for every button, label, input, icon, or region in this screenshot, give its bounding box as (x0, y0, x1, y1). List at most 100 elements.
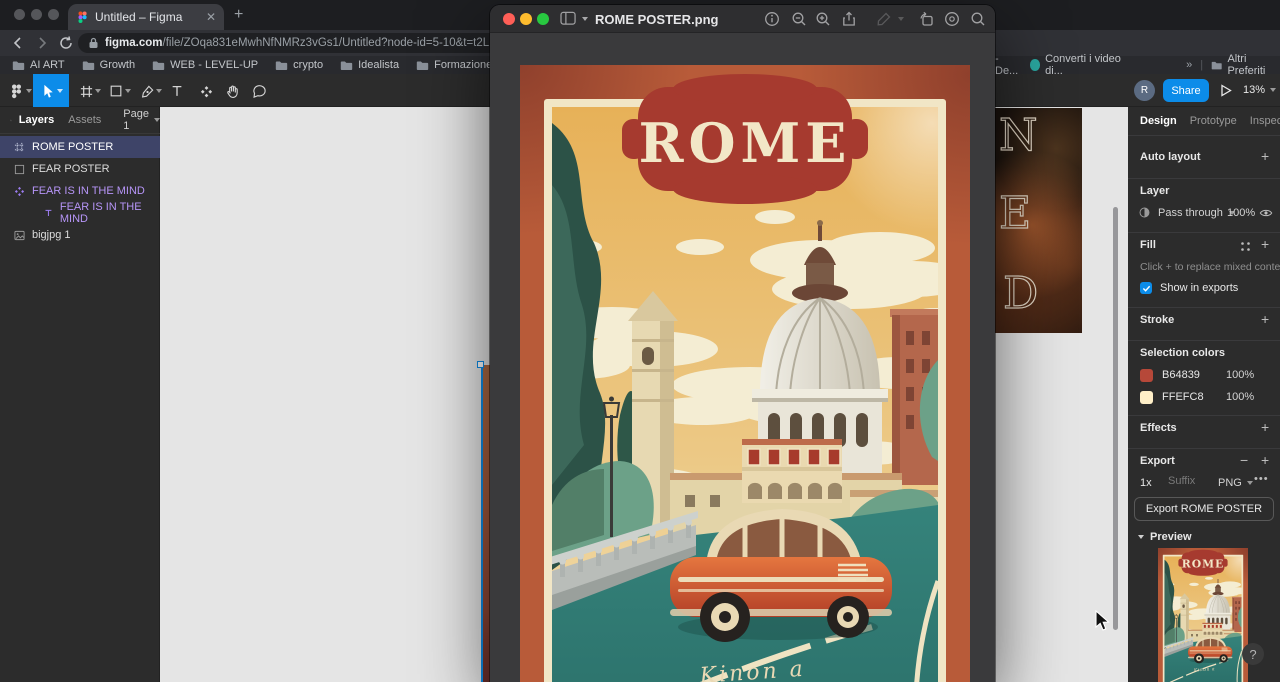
blend-mode-icon[interactable] (1138, 206, 1151, 219)
fill-add-icon[interactable]: + (1261, 236, 1269, 252)
help-button[interactable]: ? (1242, 643, 1264, 665)
selection-corner-handle[interactable] (477, 361, 484, 368)
tab-title: Untitled – Figma (95, 10, 183, 24)
markup-pen-icon[interactable] (876, 11, 892, 27)
comment-tool[interactable] (249, 81, 269, 101)
move-tool[interactable] (33, 74, 69, 107)
bookmark-item[interactable]: Growth (82, 59, 135, 71)
search-icon[interactable] (10, 114, 12, 127)
show-in-exports-label: Show in exports (1160, 282, 1239, 294)
fear-poster-on-canvas[interactable]: N E D (995, 108, 1082, 333)
zoom-out-icon[interactable] (791, 11, 807, 27)
cursor-icon (43, 84, 53, 98)
hand-tool[interactable] (222, 81, 242, 101)
share-button[interactable]: Share (1163, 79, 1209, 102)
shape-tool[interactable] (106, 81, 126, 101)
reload-icon[interactable] (58, 35, 74, 51)
color-swatch-red[interactable] (1140, 369, 1153, 382)
zoom-in-icon[interactable] (815, 11, 831, 27)
pen-tool[interactable] (137, 81, 157, 101)
auto-layout-add-icon[interactable]: + (1261, 148, 1269, 164)
window-minimize-button[interactable] (31, 9, 42, 20)
bookmark-item[interactable]: Idealista (340, 59, 399, 71)
tab-close-icon[interactable]: ✕ (206, 10, 216, 24)
share-icon[interactable] (841, 11, 857, 27)
zoom-level-dropdown[interactable]: 13% (1243, 84, 1277, 96)
layer-opacity[interactable]: 100% (1227, 207, 1255, 219)
visibility-eye-icon[interactable] (1259, 207, 1273, 219)
forward-icon[interactable] (34, 35, 50, 51)
resources-tool[interactable] (196, 81, 216, 101)
rectangle-icon (110, 85, 122, 97)
bookmark-item[interactable]: WEB - LEVEL-UP (152, 59, 258, 71)
tab-assets[interactable]: Assets (68, 114, 101, 126)
back-icon[interactable] (10, 35, 26, 51)
stroke-add-icon[interactable]: + (1261, 311, 1269, 327)
folder-icon (275, 60, 288, 70)
page-selector[interactable]: Page 1 (123, 108, 160, 132)
component-layer-icon (14, 186, 25, 196)
new-tab-button[interactable]: + (234, 7, 243, 23)
canvas-scrollbar[interactable] (1113, 207, 1118, 630)
text-tool[interactable] (167, 81, 187, 101)
markup-circle-icon[interactable] (944, 11, 960, 27)
check-icon (1142, 285, 1150, 292)
export-suffix-input[interactable] (1168, 475, 1212, 487)
sidebar-toggle-icon[interactable] (560, 11, 577, 26)
bookmark-item[interactable]: crypto (275, 59, 323, 71)
layer-row-bigjpg[interactable]: bigjpg 1 (0, 224, 160, 246)
show-in-exports-checkbox[interactable] (1140, 282, 1152, 294)
preview-title-bar[interactable]: ROME POSTER.png (490, 5, 995, 33)
fill-section-title: Fill (1140, 239, 1156, 251)
pen-tool-chevron-icon[interactable] (156, 89, 162, 93)
export-remove-icon[interactable]: − (1240, 452, 1248, 468)
bookmark-item[interactable]: AI ART (12, 59, 65, 71)
info-icon[interactable] (764, 11, 780, 27)
tab-inspect[interactable]: Inspect (1250, 115, 1280, 127)
layer-row-fear-text[interactable]: FEAR IS IN THE MIND (0, 201, 160, 225)
figma-main-menu[interactable] (6, 81, 26, 101)
frame-tool-chevron-icon[interactable] (95, 89, 101, 93)
browser-tab[interactable]: Untitled – Figma ✕ (68, 4, 224, 30)
export-scale[interactable]: 1x (1140, 477, 1152, 489)
rotate-icon[interactable] (918, 11, 934, 27)
color-hex-cream[interactable]: FFEFC8 (1162, 391, 1204, 403)
tab-design[interactable]: Design (1140, 115, 1177, 127)
color-opacity-cream[interactable]: 100% (1226, 391, 1254, 403)
effects-add-icon[interactable]: + (1261, 419, 1269, 435)
export-more-icon[interactable]: ••• (1254, 473, 1269, 485)
preview-minimize-button[interactable] (520, 13, 532, 25)
folder-icon (416, 60, 429, 70)
tab-prototype[interactable]: Prototype (1190, 115, 1237, 127)
layer-row-rome-poster[interactable]: ROME POSTER (0, 136, 160, 158)
shape-tool-chevron-icon[interactable] (125, 89, 131, 93)
search-icon[interactable] (970, 11, 986, 27)
export-button[interactable]: Export ROME POSTER (1134, 497, 1274, 521)
present-play-icon[interactable] (1219, 83, 1233, 98)
user-avatar[interactable]: R (1134, 80, 1155, 101)
window-zoom-button[interactable] (48, 9, 59, 20)
markup-chevron-icon[interactable] (898, 17, 904, 21)
fill-styles-icon[interactable] (1240, 241, 1251, 252)
preview-close-button[interactable] (503, 13, 515, 25)
bookmarks-overflow-chevron[interactable]: » (1186, 59, 1192, 71)
sidebar-chevron-icon[interactable] (582, 17, 588, 21)
tab-layers[interactable]: Layers (19, 114, 54, 126)
export-format-dropdown[interactable]: PNG (1218, 477, 1253, 489)
preview-zoom-button[interactable] (537, 13, 549, 25)
window-close-button[interactable] (14, 9, 25, 20)
blend-mode-dropdown[interactable]: Pass through (1158, 207, 1235, 219)
rome-poster-frame-edge[interactable] (483, 365, 490, 682)
export-add-icon[interactable]: + (1261, 452, 1269, 468)
color-swatch-cream[interactable] (1140, 391, 1153, 404)
move-tool-chevron-icon[interactable] (56, 88, 63, 93)
layer-row-fear-component[interactable]: FEAR IS IN THE MIND (0, 180, 160, 202)
layer-row-fear-poster[interactable]: FEAR POSTER (0, 158, 160, 180)
color-opacity-red[interactable]: 100% (1226, 369, 1254, 381)
menu-chevron-icon[interactable] (26, 89, 32, 93)
color-hex-red[interactable]: B64839 (1162, 369, 1200, 381)
bookmark-item[interactable]: Formazione (416, 59, 492, 71)
preview-window[interactable]: ROME POSTER.png (490, 5, 995, 682)
frame-tool[interactable] (76, 81, 96, 101)
preview-section-header[interactable]: Preview (1138, 531, 1192, 543)
